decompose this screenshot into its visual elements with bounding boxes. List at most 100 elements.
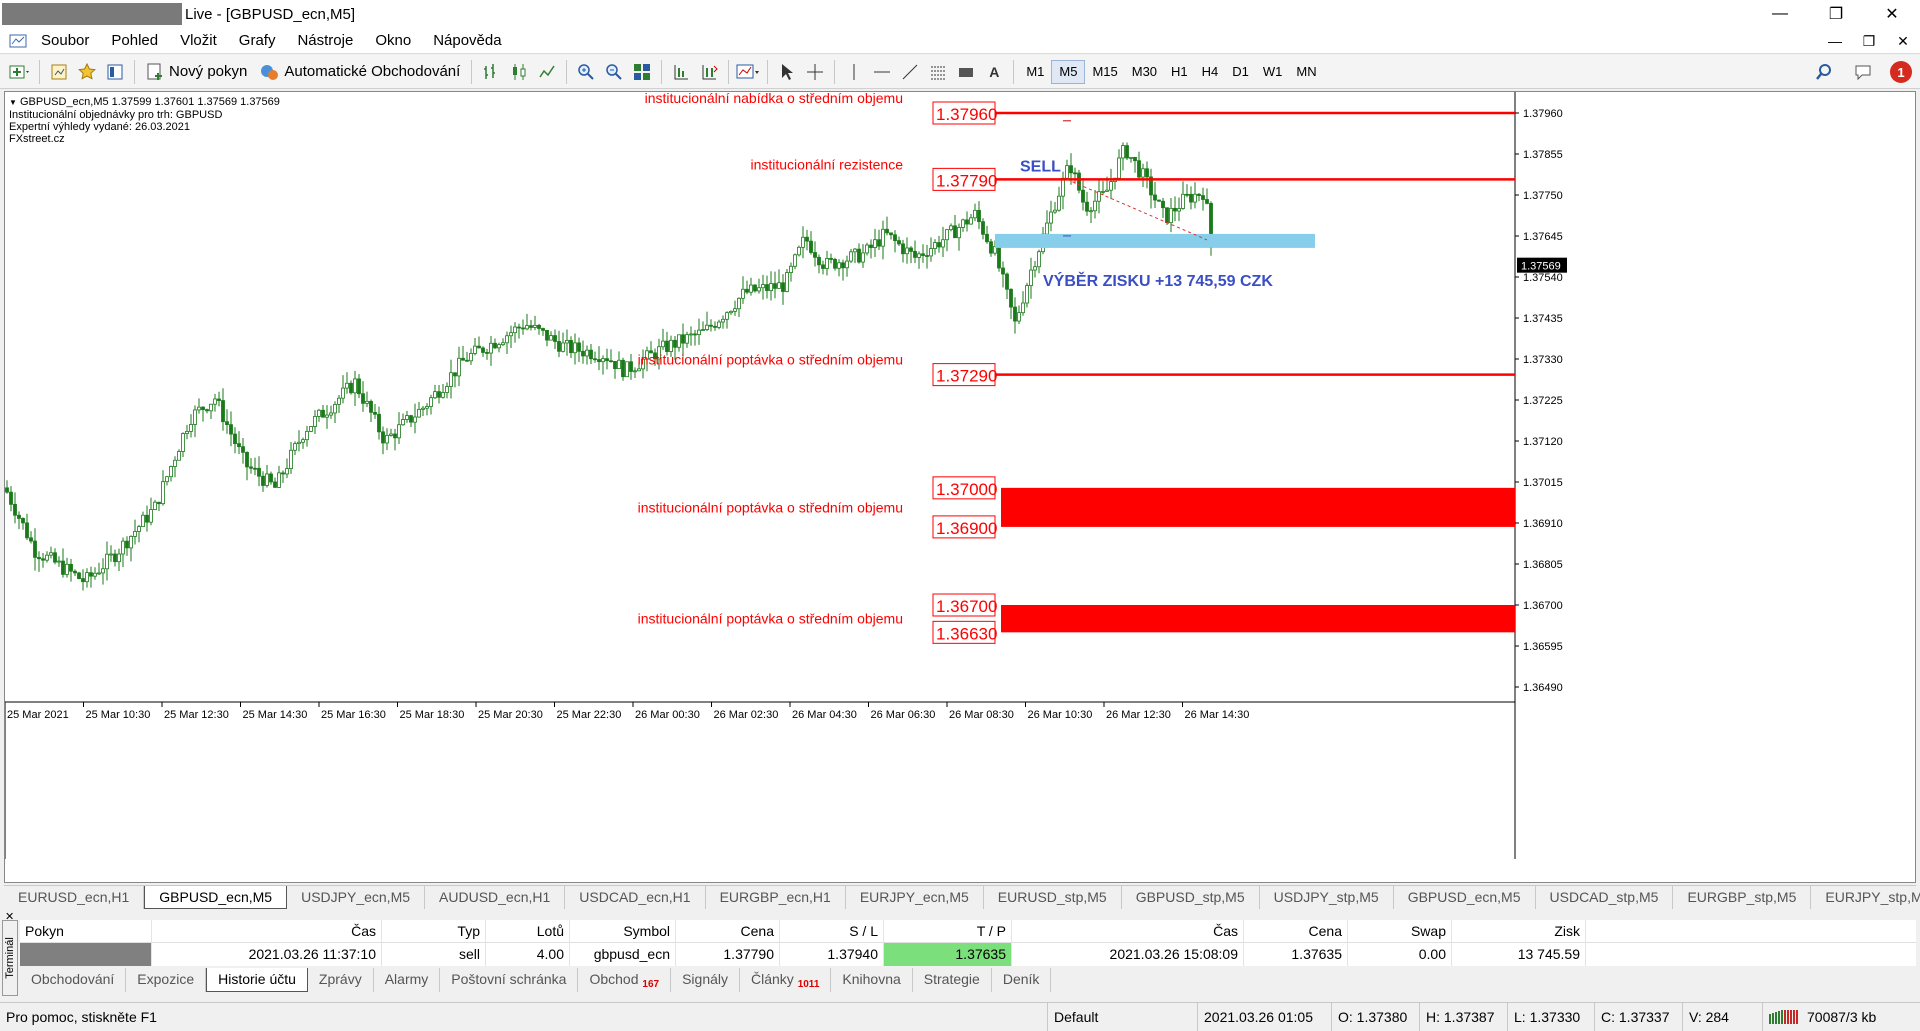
chart-tab[interactable]: AUDUSD_ecn,H1 xyxy=(425,886,566,909)
navigator-icon[interactable] xyxy=(101,59,129,85)
column-header[interactable]: Swap xyxy=(1348,919,1452,943)
candle-body xyxy=(789,265,793,273)
candle-body xyxy=(1169,207,1173,224)
terminal-tab[interactable]: Zprávy xyxy=(308,968,374,992)
chart-info-line: Institucionální objednávky pro trh: GBPU… xyxy=(9,109,223,121)
timeframe-m15[interactable]: M15 xyxy=(1085,60,1124,84)
price-chart[interactable]: 1.37960 1.37855 1.37750 1.37645 1.37540 1.374… xyxy=(4,91,1916,883)
chart-tab[interactable]: EURUSD_ecn,H1 xyxy=(4,886,145,909)
column-header[interactable]: S / L xyxy=(780,919,884,943)
menu-vlozit[interactable]: Vložit xyxy=(169,32,228,49)
timeframe-h4[interactable]: H4 xyxy=(1195,60,1226,84)
chart-tab[interactable]: EURJPY_ecn,M5 xyxy=(846,886,984,909)
candle-body xyxy=(1197,193,1201,196)
terminal-tab[interactable]: Deník xyxy=(992,968,1052,992)
vertical-line-icon[interactable] xyxy=(840,59,868,85)
chat-icon[interactable] xyxy=(1850,59,1878,85)
zoom-out-icon[interactable] xyxy=(600,59,628,85)
bar-chart-icon[interactable] xyxy=(477,59,505,85)
close-button[interactable]: ✕ xyxy=(1864,0,1920,28)
column-header[interactable]: Cena xyxy=(676,919,780,943)
crosshair-icon[interactable] xyxy=(801,59,829,85)
child-minimize-button[interactable]: — xyxy=(1818,28,1852,54)
chart-window-icon[interactable] xyxy=(6,31,30,51)
column-header[interactable]: Zisk xyxy=(1452,919,1586,943)
autoscroll-icon[interactable] xyxy=(695,59,723,85)
trendline-icon[interactable] xyxy=(896,59,924,85)
menu-okno[interactable]: Okno xyxy=(364,32,422,49)
text-label-icon[interactable]: A xyxy=(980,59,1008,85)
terminal-tab[interactable]: Knihovna xyxy=(831,968,913,992)
auto-trading-button[interactable]: Automatické Obchodování xyxy=(253,58,466,86)
minimize-button[interactable]: — xyxy=(1752,0,1808,28)
timeframe-d1[interactable]: D1 xyxy=(1225,60,1256,84)
chart-tab[interactable]: USDCAD_stp,M5 xyxy=(1536,886,1674,909)
line-chart-icon[interactable] xyxy=(533,59,561,85)
table-row[interactable]: 2021.03.26 11:37:10 sell 4.00 gbpusd_ecn 1.3… xyxy=(20,943,1916,966)
chart-tab[interactable]: USDJPY_ecn,M5 xyxy=(287,886,426,909)
terminal-tab[interactable]: Expozice xyxy=(126,968,207,992)
chart-tab[interactable]: USDJPY_stp,M5 xyxy=(1260,886,1394,909)
terminal-tab[interactable]: Signály xyxy=(671,968,740,992)
indicators-icon[interactable] xyxy=(734,59,762,85)
terminal-tab[interactable]: Články 1011 xyxy=(740,968,832,992)
chart-tab[interactable]: GBPUSD_ecn,M5 xyxy=(1394,886,1536,909)
column-header[interactable]: Symbol xyxy=(570,919,676,943)
menu-pohled[interactable]: Pohled xyxy=(100,32,169,49)
chart-tab[interactable]: GBPUSD_ecn,M5 xyxy=(144,886,288,909)
chart-tab[interactable]: EURGBP_ecn,H1 xyxy=(706,886,846,909)
terminal-tab[interactable]: Poštovní schránka xyxy=(440,968,579,992)
candle-body xyxy=(1021,302,1025,314)
terminal-tab[interactable]: Obchod 167 xyxy=(578,968,672,992)
tile-windows-icon[interactable] xyxy=(628,59,656,85)
notification-badge[interactable]: 1 xyxy=(1890,61,1912,83)
menu-grafy[interactable]: Grafy xyxy=(228,32,287,49)
chart-tab[interactable]: GBPUSD_stp,M5 xyxy=(1122,886,1260,909)
timeframe-h1[interactable]: H1 xyxy=(1164,60,1195,84)
restore-button[interactable]: ❐ xyxy=(1808,0,1864,28)
column-header[interactable]: Typ xyxy=(382,919,486,943)
candle-body xyxy=(1005,273,1009,290)
horizontal-line-icon[interactable] xyxy=(868,59,896,85)
timeframe-w1[interactable]: W1 xyxy=(1256,60,1290,84)
terminal-tab[interactable]: Obchodování xyxy=(20,968,127,992)
chart-tab[interactable]: EURGBP_stp,M5 xyxy=(1673,886,1812,909)
new-order-button[interactable]: Nový pokyn xyxy=(140,58,253,86)
chart-tab[interactable]: USDCAD_ecn,H1 xyxy=(565,886,706,909)
search-icon[interactable] xyxy=(1810,59,1838,85)
chart-canvas[interactable]: 1.37960 1.37855 1.37750 1.37645 1.37540 1.374… xyxy=(5,92,1915,882)
child-restore-button[interactable]: ❐ xyxy=(1852,28,1886,54)
chart-tab[interactable]: EURUSD_stp,M5 xyxy=(984,886,1122,909)
new-chart-icon[interactable] xyxy=(6,59,34,85)
favorites-icon[interactable] xyxy=(73,59,101,85)
column-header[interactable]: Cena xyxy=(1244,919,1348,943)
terminal-tab[interactable]: Alarmy xyxy=(374,968,441,992)
chart-tab[interactable]: EURJPY_stp,M5 xyxy=(1811,886,1920,909)
child-close-button[interactable]: ✕ xyxy=(1886,28,1920,54)
profiles-icon[interactable] xyxy=(45,59,73,85)
rectangle-icon[interactable] xyxy=(952,59,980,85)
status-traffic[interactable]: 70087/3 kb xyxy=(1762,1003,1920,1031)
column-header[interactable]: Čas xyxy=(152,919,382,943)
cursor-icon[interactable] xyxy=(773,59,801,85)
column-header[interactable]: Čas xyxy=(1012,919,1244,943)
menu-napoveda[interactable]: Nápověda xyxy=(422,32,512,49)
candle-body xyxy=(1001,267,1005,275)
chart-shift-icon[interactable] xyxy=(667,59,695,85)
column-header[interactable]: T / P xyxy=(884,919,1012,943)
terminal-tab[interactable]: Strategie xyxy=(913,968,992,992)
candlestick-icon[interactable] xyxy=(505,59,533,85)
timeframe-m5[interactable]: M5 xyxy=(1051,59,1086,84)
timeframe-mn[interactable]: MN xyxy=(1289,60,1323,84)
timeframe-m30[interactable]: M30 xyxy=(1125,60,1164,84)
menu-soubor[interactable]: Soubor xyxy=(30,32,100,49)
channel-icon[interactable] xyxy=(924,59,952,85)
zoom-in-icon[interactable] xyxy=(572,59,600,85)
terminal-tab[interactable]: Historie účtu xyxy=(206,968,308,992)
column-header[interactable]: Pokyn xyxy=(20,919,152,943)
chart-tabs: EURUSD_ecn,H1 GBPUSD_ecn,M5 USDJPY_ecn,M5 A… xyxy=(4,885,1920,909)
collapse-triangle-icon[interactable]: ▼ xyxy=(9,98,17,107)
timeframe-m1[interactable]: M1 xyxy=(1019,60,1051,84)
menu-nastroje[interactable]: Nástroje xyxy=(286,32,364,49)
column-header[interactable]: Lotů xyxy=(486,919,570,943)
